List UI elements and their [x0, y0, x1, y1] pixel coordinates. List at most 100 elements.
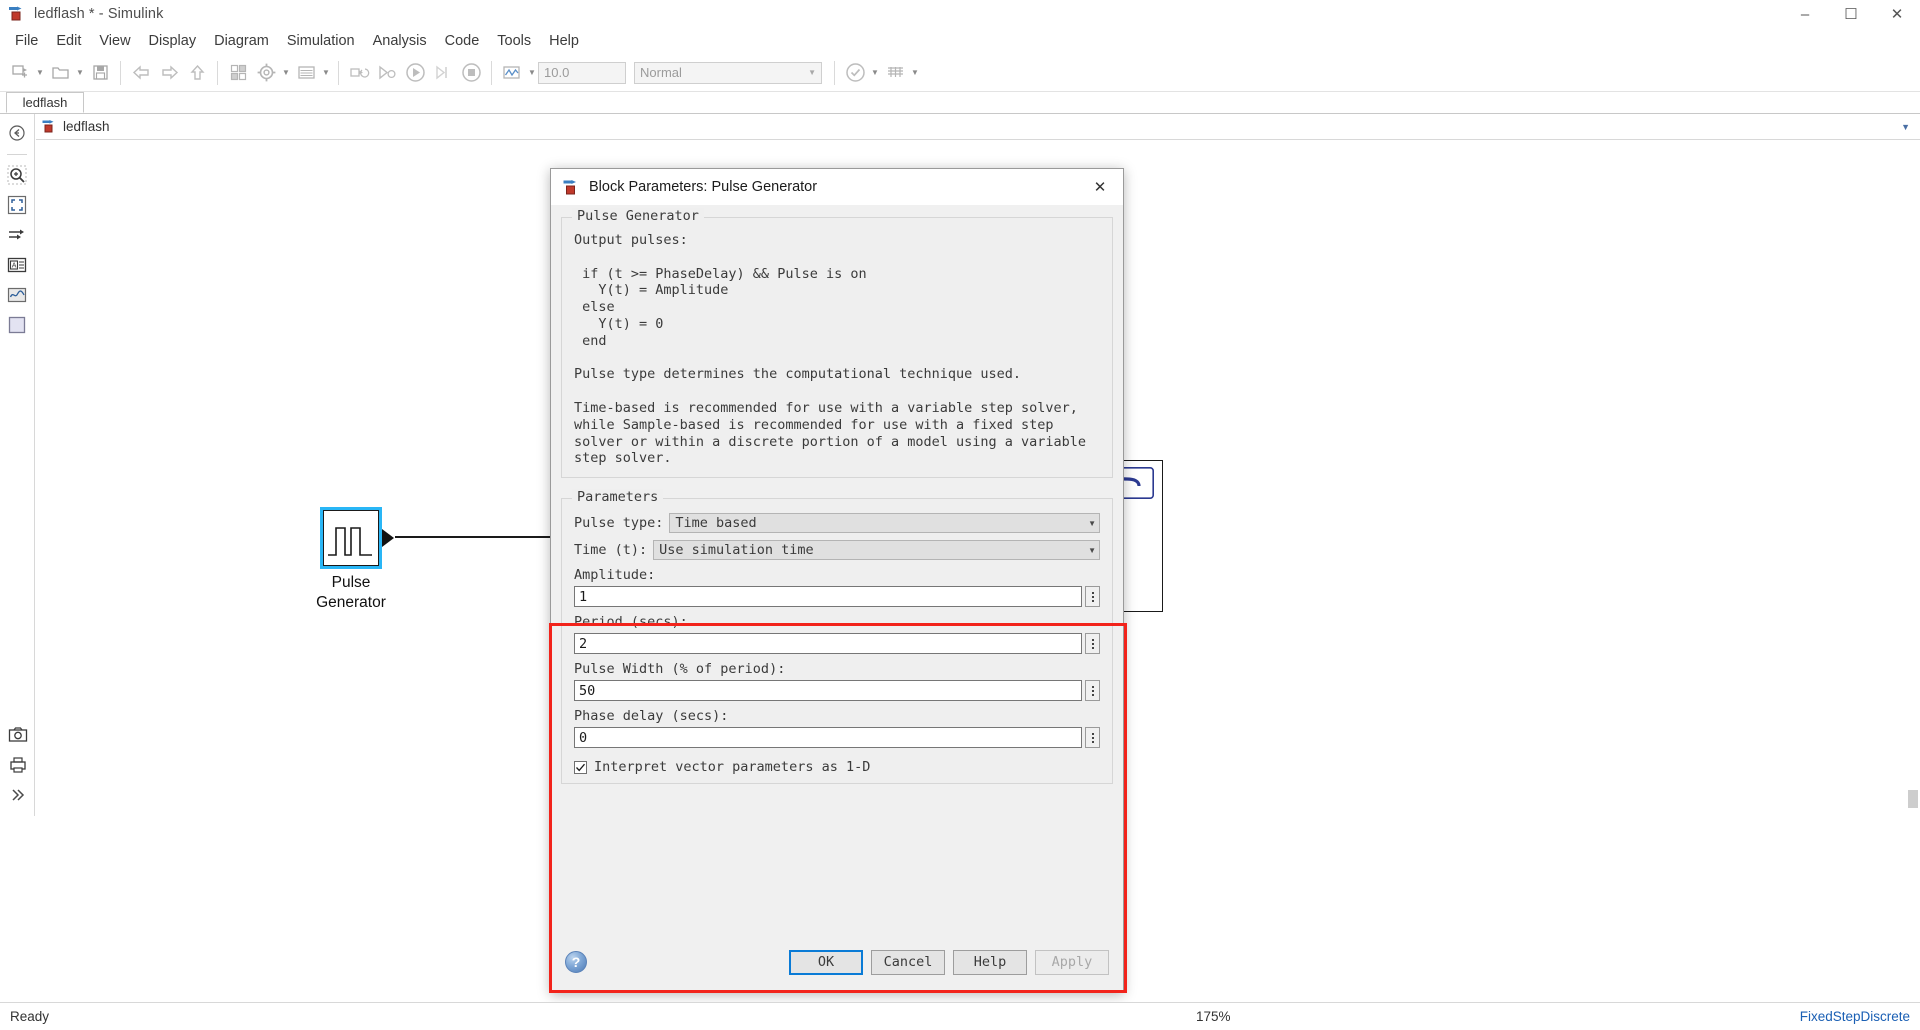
block-parameters-dialog: Block Parameters: Pulse Generator ✕ Puls…: [550, 168, 1124, 993]
menu-display[interactable]: Display: [140, 30, 206, 52]
arrow-forward-icon[interactable]: [155, 59, 183, 87]
menu-analysis[interactable]: Analysis: [364, 30, 436, 52]
save-icon[interactable]: [86, 59, 114, 87]
vertical-ellipsis-icon[interactable]: [1085, 586, 1100, 607]
palette-separator: [7, 154, 27, 155]
model-tab-ledflash[interactable]: ledflash: [6, 92, 84, 113]
toolbar-separator: [338, 61, 339, 85]
apply-button[interactable]: Apply: [1035, 950, 1109, 975]
pulse-width-label: Pulse Width (% of period):: [574, 661, 1100, 677]
stop-icon[interactable]: [457, 59, 485, 87]
library-browser-icon[interactable]: [224, 59, 252, 87]
scrollbar-thumb[interactable]: [1908, 790, 1918, 808]
time-label: Time (t):: [574, 542, 647, 558]
scope-viewer-icon[interactable]: [4, 282, 30, 308]
dialog-title-bar: Block Parameters: Pulse Generator ✕: [551, 169, 1123, 205]
breadcrumb-path[interactable]: ledflash: [63, 119, 110, 134]
toolbar-separator: [120, 61, 121, 85]
interpret-vector-row[interactable]: Interpret vector parameters as 1-D: [574, 759, 1100, 775]
menu-code[interactable]: Code: [436, 30, 489, 52]
run-icon[interactable]: [401, 59, 429, 87]
solver-label[interactable]: FixedStepDiscrete: [1800, 1009, 1910, 1024]
minimize-button[interactable]: –: [1782, 0, 1828, 28]
pulse-type-select[interactable]: Time based ▼: [669, 513, 1100, 533]
update-model-icon[interactable]: [345, 59, 373, 87]
status-message: Ready: [10, 1009, 49, 1024]
arrow-back-icon[interactable]: [127, 59, 155, 87]
open-folder-icon[interactable]: [46, 59, 74, 87]
zoom-level[interactable]: 175%: [1196, 1009, 1231, 1024]
annotation-text-icon[interactable]: A: [4, 252, 30, 278]
model-settings-gear-icon[interactable]: [252, 59, 280, 87]
menu-view[interactable]: View: [90, 30, 139, 52]
step-forward-icon[interactable]: [429, 59, 457, 87]
chevron-down-icon: ▼: [1088, 546, 1096, 555]
scope-dropdown-icon[interactable]: ▼: [526, 59, 538, 87]
palette-bottom-group: [0, 722, 35, 812]
phase-delay-input[interactable]: 0: [574, 727, 1082, 748]
model-explorer-icon[interactable]: [292, 59, 320, 87]
parameters-fieldset: Parameters Pulse type: Time based ▼ Time…: [561, 498, 1113, 784]
simulation-mode-value: Normal: [640, 65, 682, 80]
vertical-ellipsis-icon[interactable]: [1085, 633, 1100, 654]
subsystem-icon[interactable]: [4, 312, 30, 338]
amplitude-label: Amplitude:: [574, 567, 1100, 583]
advisor-dropdown-icon[interactable]: ▼: [869, 59, 881, 87]
perspectives-icon[interactable]: [881, 59, 909, 87]
simulink-window: ledflash * - Simulink – ☐ ✕ File Edit Vi…: [0, 0, 1920, 1030]
settings-dropdown-icon[interactable]: ▼: [280, 59, 292, 87]
maximize-button[interactable]: ☐: [1828, 0, 1874, 28]
menu-help[interactable]: Help: [540, 30, 588, 52]
scope-icon[interactable]: [498, 59, 526, 87]
camera-snapshot-icon[interactable]: [5, 722, 31, 748]
print-icon[interactable]: [5, 752, 31, 778]
menu-simulation[interactable]: Simulation: [278, 30, 364, 52]
expand-palette-icon[interactable]: [5, 782, 31, 808]
new-model-dropdown-icon[interactable]: ▼: [34, 59, 46, 87]
title-bar: ledflash * - Simulink – ☐ ✕: [0, 0, 1920, 28]
perspectives-dropdown-icon[interactable]: ▼: [909, 59, 921, 87]
simulation-mode-select[interactable]: Normal ▼: [634, 62, 822, 84]
phase-delay-label: Phase delay (secs):: [574, 708, 1100, 724]
cancel-button[interactable]: Cancel: [871, 950, 945, 975]
menu-file[interactable]: File: [6, 30, 47, 52]
chevron-down-icon[interactable]: ▼: [1901, 122, 1910, 132]
period-input[interactable]: 2: [574, 633, 1082, 654]
fit-to-view-icon[interactable]: [4, 192, 30, 218]
zoom-icon[interactable]: [4, 162, 30, 188]
checkmark-icon: [575, 762, 586, 773]
pulse-width-input[interactable]: 50: [574, 680, 1082, 701]
stop-time-input[interactable]: 10.0: [538, 62, 626, 84]
vertical-ellipsis-icon[interactable]: [1085, 727, 1100, 748]
navigate-back-icon[interactable]: [4, 120, 30, 146]
interpret-vector-checkbox[interactable]: [574, 761, 587, 774]
breadcrumb: ledflash ▼: [36, 114, 1920, 140]
fast-restart-icon[interactable]: [373, 59, 401, 87]
pulse-generator-label: Pulse Generator: [296, 573, 406, 613]
dialog-footer: ? OK Cancel Help Apply: [551, 932, 1123, 992]
vertical-ellipsis-icon[interactable]: [1085, 680, 1100, 701]
canvas-vertical-scrollbar[interactable]: [1906, 140, 1920, 816]
help-button[interactable]: Help: [953, 950, 1027, 975]
close-icon[interactable]: ✕: [1083, 172, 1117, 202]
signal-routing-icon[interactable]: [4, 222, 30, 248]
menu-edit[interactable]: Edit: [47, 30, 90, 52]
parameters-legend: Parameters: [572, 489, 663, 505]
ok-button[interactable]: OK: [789, 950, 863, 975]
chevron-down-icon: ▼: [1088, 519, 1096, 528]
model-advisor-icon[interactable]: [841, 59, 869, 87]
period-row: 2: [574, 633, 1100, 654]
close-window-button[interactable]: ✕: [1874, 0, 1920, 28]
help-question-icon[interactable]: ?: [565, 951, 587, 973]
amplitude-input[interactable]: 1: [574, 586, 1082, 607]
time-select[interactable]: Use simulation time ▼: [653, 540, 1100, 560]
new-model-icon[interactable]: [6, 59, 34, 87]
explorer-dropdown-icon[interactable]: ▼: [320, 59, 332, 87]
arrow-up-icon[interactable]: [183, 59, 211, 87]
toolbar: ▼ ▼: [0, 54, 1920, 92]
open-dropdown-icon[interactable]: ▼: [74, 59, 86, 87]
model-tab-strip: ledflash: [0, 92, 1920, 114]
toolbar-separator: [834, 61, 835, 85]
menu-tools[interactable]: Tools: [488, 30, 540, 52]
menu-diagram[interactable]: Diagram: [205, 30, 278, 52]
